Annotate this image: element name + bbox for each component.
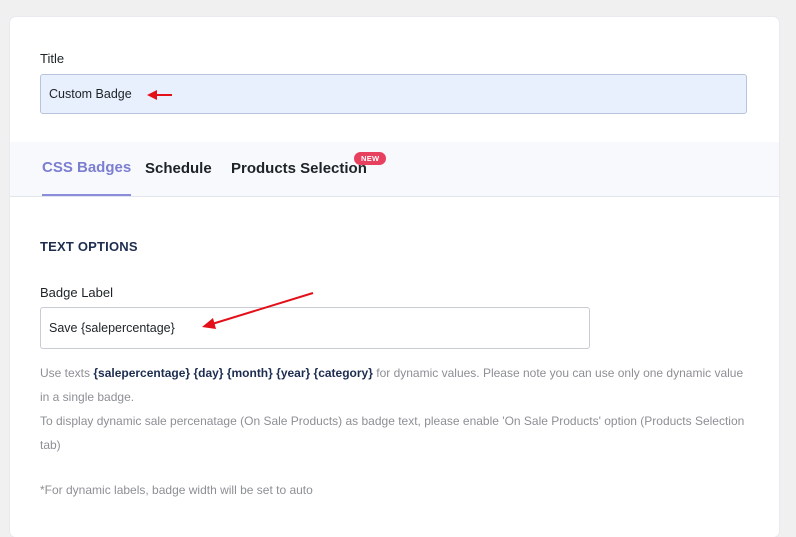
title-input[interactable] bbox=[40, 74, 747, 114]
help-prefix: Use texts bbox=[40, 366, 91, 380]
title-field-label: Title bbox=[40, 51, 65, 66]
dynamic-label-note: *For dynamic labels, badge width will be… bbox=[40, 483, 313, 497]
token-month: {month} bbox=[226, 366, 273, 380]
tabs-bar: CSS Badges Schedule Products Selection N… bbox=[10, 142, 779, 197]
settings-card: Title CSS Badges Schedule Products Selec… bbox=[10, 17, 779, 537]
badge-label-help-text: Use texts {salepercentage} {day} {month}… bbox=[40, 361, 750, 457]
token-salepercentage: {salepercentage} bbox=[93, 366, 191, 380]
tab-schedule[interactable]: Schedule bbox=[145, 142, 212, 196]
section-heading-text-options: TEXT OPTIONS bbox=[40, 239, 138, 254]
badge-label-field-label: Badge Label bbox=[40, 285, 114, 300]
badge-label-input[interactable] bbox=[40, 307, 590, 349]
token-day: {day} bbox=[193, 366, 224, 380]
tab-products-selection[interactable]: Products Selection bbox=[231, 142, 367, 196]
tab-css-badges[interactable]: CSS Badges bbox=[42, 142, 132, 196]
help-line-2: To display dynamic sale percenatage (On … bbox=[40, 414, 745, 452]
token-category: {category} bbox=[313, 366, 373, 380]
token-year: {year} bbox=[276, 366, 311, 380]
new-badge: NEW bbox=[354, 152, 387, 165]
